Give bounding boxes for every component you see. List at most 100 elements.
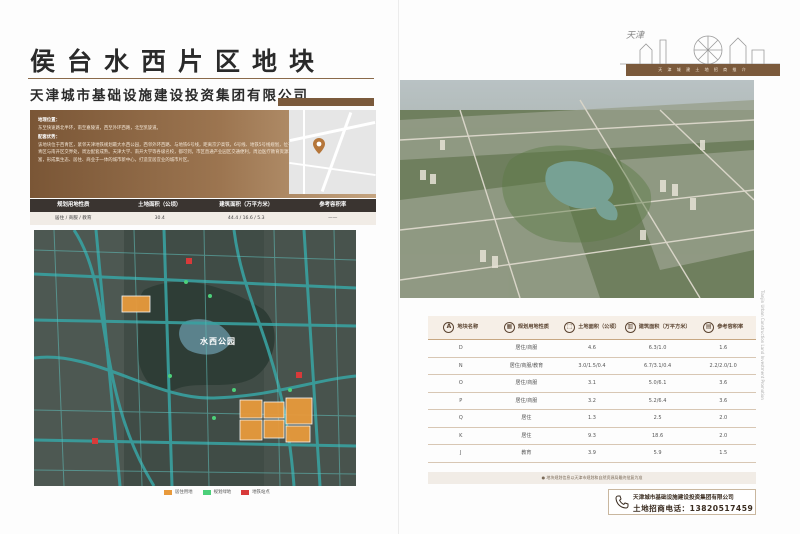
table-cell: 3.9 (588, 450, 596, 456)
summary-data-row: 居住 / 商服 / 教育 30.4 44.4 / 16.6 / 5.3 —— (30, 212, 376, 225)
land-table-header: A 地块名称 ▦ 规划用地性质 ⬚ 土地面积（公顷） ▥ 建筑面积（万平方米） ▤ 参考容… (428, 316, 756, 340)
page-title: 侯台水西片区地块 (30, 47, 327, 76)
table-cell: 4.6 (588, 345, 596, 351)
land-table-body: D 居住/商服 4.6 6.3/1.0 1.6 N 居住/商服/教育 3.0/1.5/0.4 6… (428, 340, 756, 463)
summary-table: 规划用地性质 土地面积（公顷） 建筑面积（万平方米） 参考容积率 居住 / 商服… (30, 199, 376, 225)
table-cell: 2.0 (719, 415, 728, 421)
summary-header-row: 规划用地性质 土地面积（公顷） 建筑面积（万平方米） 参考容积率 (30, 199, 376, 212)
table-cell: 2.0 (719, 432, 728, 439)
table-row: K 居住 9.3 18.6 2.0 (428, 428, 756, 445)
summary-header-cell: 规划用地性质 (57, 202, 90, 208)
advantage-text: 该地块位于西青区，紧邻天津地铁规划最大水西公园，西邻外环西路、与地铁6号线，距离… (38, 142, 297, 163)
legend-label: 规划绿地 (213, 490, 232, 495)
table-cell: 居住/商服 (515, 380, 538, 386)
parcel-icon: A (443, 322, 455, 333)
contact-company: 天津城市基础设施建设投资集团有限公司 (633, 495, 734, 501)
location-pin-icon (313, 138, 325, 154)
area-icon: ⬚ (564, 322, 576, 333)
summary-cell: —— (328, 216, 338, 221)
table-cell: 居住/商服 (515, 397, 538, 404)
table-cell: 2.2/2.0/1.0 (709, 362, 737, 369)
park-label: 水西公园 (200, 337, 236, 346)
table-cell: 3.0/1.5/0.4 (578, 362, 606, 369)
location-text: 东至快速路北半环，南至嘉陵道，西至外环西路，北至凯旋道。 (38, 125, 161, 131)
table-cell: 1.5 (719, 450, 728, 456)
legend-label: 居住用地 (175, 490, 193, 495)
table-row: N 居住/商服/教育 3.0/1.5/0.4 6.7/3.1/0.4 2.2/2.0/1… (428, 358, 756, 375)
table-row: J 教育 3.9 5.9 1.5 (428, 445, 756, 463)
subtitle-accent-bar (278, 98, 374, 106)
legend-item: 地铁站点 (241, 489, 270, 495)
land-parcel-table: A 地块名称 ▦ 规划用地性质 ⬚ 土地面积（公顷） ▥ 建筑面积（万平方米） ▤ 参考容… (428, 316, 756, 463)
legend-swatch-station (241, 489, 250, 495)
table-cell: O (458, 380, 463, 386)
map-legend: 居住用地 规划绿地 地铁站点 (164, 489, 270, 495)
table-row: Q 居住 1.3 2.5 2.0 (428, 410, 756, 428)
land-header-cell: ▤ 参考容积率 (690, 316, 756, 339)
svg-text:天津: 天津 (626, 30, 645, 41)
table-cell: J (460, 450, 462, 456)
table-row: P 居住/商服 3.2 5.2/6.4 3.6 (428, 393, 756, 410)
aerial-rendering (400, 80, 754, 298)
table-cell: N (458, 362, 463, 369)
table-cell: 3.1 (588, 380, 596, 386)
building-icon: ▥ (624, 322, 636, 333)
site-info-text: 地理位置： 东至快速路北半环，南至嘉陵道，西至外环西路，北至凯旋道。 配套优势：… (38, 117, 300, 165)
map-graphic (34, 230, 356, 486)
table-cell: 3.6 (719, 397, 728, 404)
table-cell: 3.2 (588, 397, 596, 404)
advantage-heading: 配套优势： (38, 135, 60, 141)
table-cell: 6.3/1.0 (648, 345, 667, 351)
table-cell: P (459, 397, 463, 404)
table-cell: 18.6 (652, 432, 664, 439)
ratio-icon: ▤ (703, 322, 715, 333)
summary-cell: 30.4 (154, 216, 165, 221)
table-cell: Q (458, 415, 463, 421)
land-header-cell: A 地块名称 (428, 316, 494, 339)
table-cell: 居住/商服 (515, 345, 538, 351)
table-cell: K (459, 432, 463, 439)
table-cell: 1.3 (588, 415, 596, 421)
title-divider (28, 78, 374, 79)
brochure-spread: 侯台水西片区地块 天津城市基础设施建设投资集团有限公司 地理位置： 东至快速路北… (0, 0, 800, 534)
land-header-cell: ▦ 规划用地性质 (494, 316, 560, 339)
site-satellite-map: 水西公园 (34, 230, 356, 486)
table-cell: 居住 (521, 415, 532, 421)
company-subtitle: 天津城市基础设施建设投资集团有限公司 (30, 88, 309, 104)
side-caption: Tianjin Urban Construction Land Investme… (760, 290, 765, 400)
legend-swatch-green (202, 489, 211, 495)
page-fold (398, 0, 399, 534)
table-row: O 居住/商服 3.1 5.0/6.1 3.6 (428, 375, 756, 393)
legend-item: 规划绿地 (202, 489, 232, 495)
land-header-cell: ⬚ 土地面积（公顷） (559, 316, 625, 339)
phone-icon (615, 495, 629, 509)
table-note: ● 地块规划信息以天津市规划和自然资源局最终批复为准 (428, 472, 756, 484)
summary-cell: 44.4 / 16.6 / 5.3 (227, 216, 265, 221)
legend-item: 居住用地 (164, 489, 193, 495)
table-cell: 9.3 (588, 432, 596, 439)
table-row: D 居住/商服 4.6 6.3/1.0 1.6 (428, 340, 756, 358)
table-cell: 5.2/6.4 (648, 397, 667, 404)
table-cell: 教育 (521, 450, 532, 456)
table-cell: 2.5 (653, 415, 662, 421)
land-use-icon: ▦ (503, 322, 515, 333)
deco-strip: 天 津 城 建 土 地 招 商 推 介 (626, 64, 780, 76)
table-cell: 居住 (521, 432, 532, 439)
location-heading: 地理位置： (38, 118, 60, 123)
legend-swatch-residential (164, 489, 172, 495)
land-header-cell: ▥ 建筑面积（万平方米） (624, 316, 691, 339)
legend-label: 地铁站点 (252, 490, 270, 495)
table-cell: D (458, 345, 463, 351)
summary-cell: 居住 / 商服 / 教育 (55, 216, 92, 221)
contact-box: 天津城市基础设施建设投资集团有限公司 土地招商电话：13820517459 (608, 489, 756, 515)
summary-header-cell: 建筑面积（万平方米） (219, 202, 274, 208)
table-cell: 1.6 (719, 345, 728, 351)
summary-header-cell: 参考容积率 (319, 202, 347, 208)
table-cell: 3.6 (719, 380, 728, 386)
contact-phone: 土地招商电话：13820517459 (633, 504, 754, 513)
summary-header-cell: 土地面积（公顷） (138, 202, 182, 208)
location-mini-map (289, 110, 376, 194)
table-cell: 居住/商服/教育 (509, 362, 544, 369)
table-cell: 5.9 (653, 450, 662, 456)
table-cell: 6.7/3.1/0.4 (643, 362, 672, 369)
